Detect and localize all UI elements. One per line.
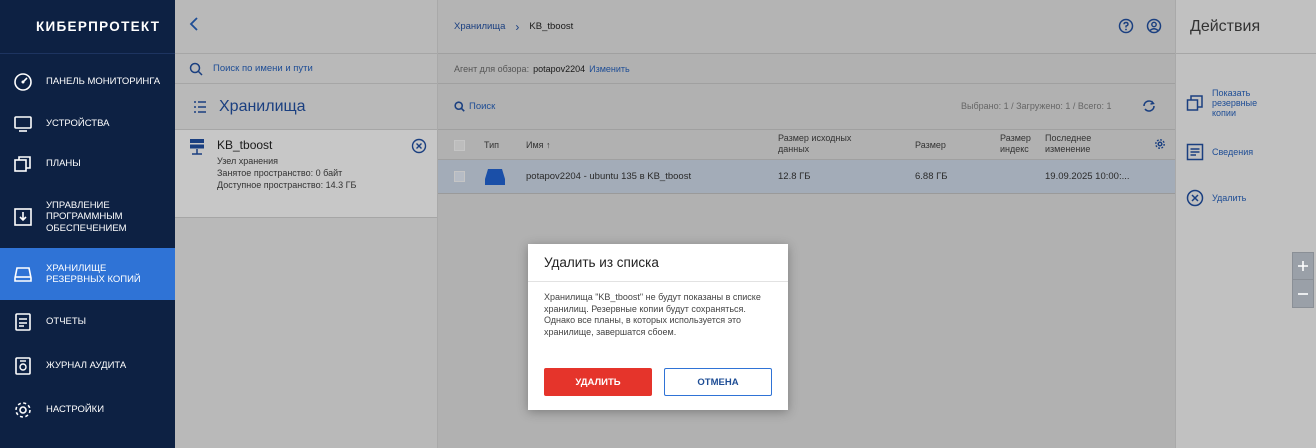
zoom-out-icon[interactable] bbox=[1293, 281, 1313, 307]
gear-icon bbox=[12, 399, 34, 421]
show-backups-action[interactable]: Показать резервные копии bbox=[1186, 88, 1282, 118]
actions-title: Действия bbox=[1176, 0, 1316, 54]
audit-icon bbox=[12, 355, 34, 377]
backup-drive-icon bbox=[484, 168, 506, 189]
row-name: potapov2204 - ubuntu 135 в KB_tboost bbox=[526, 171, 692, 182]
details-icon bbox=[1186, 143, 1204, 161]
storage-type: Узел хранения bbox=[217, 156, 279, 166]
report-icon bbox=[12, 311, 34, 333]
chevron-left-icon[interactable] bbox=[187, 16, 201, 37]
agent-bar: Агент для обзора: potapov2204 Изменить bbox=[438, 54, 1175, 84]
left-panel-header bbox=[175, 0, 437, 54]
agent-value: potapov2204 bbox=[533, 63, 586, 74]
sidebar-item-label: ПАНЕЛЬ МОНИТОРИНГА bbox=[46, 76, 161, 88]
sidebar-item-dashboard[interactable]: ПАНЕЛЬ МОНИТОРИНГА bbox=[0, 62, 175, 102]
column-source-size[interactable]: Размер исходных данных bbox=[778, 133, 878, 155]
help-icon[interactable] bbox=[1118, 18, 1134, 37]
sidebar-item-label: ОТЧЕТЫ bbox=[46, 316, 87, 328]
row-source-size: 12.8 ГБ bbox=[778, 171, 811, 182]
search-icon bbox=[454, 101, 465, 112]
action-label: Показать резервные копии bbox=[1212, 88, 1258, 118]
column-modified[interactable]: Последнее изменение bbox=[1045, 133, 1125, 155]
plans-icon bbox=[12, 153, 34, 175]
breadcrumb-separator: › bbox=[515, 19, 520, 34]
column-type[interactable]: Тип bbox=[484, 140, 499, 150]
page-title: Хранилища bbox=[219, 97, 306, 115]
refresh-icon[interactable] bbox=[1142, 99, 1156, 116]
dashboard-icon bbox=[12, 71, 34, 93]
sidebar-item-label: УСТРОЙСТВА bbox=[46, 118, 110, 130]
sidebar-item-reports[interactable]: ОТЧЕТЫ bbox=[0, 302, 175, 342]
breadcrumb-root[interactable]: Хранилища bbox=[454, 21, 505, 32]
sidebar-item-label: НАСТРОЙКИ bbox=[46, 404, 105, 416]
storage-icon bbox=[12, 263, 34, 285]
action-label: Удалить bbox=[1212, 193, 1247, 203]
row-checkbox[interactable] bbox=[454, 171, 465, 182]
sidebar-item-label: ЖУРНАЛ АУДИТА bbox=[46, 360, 127, 372]
agent-label: Агент для обзора: bbox=[454, 63, 530, 74]
table-header: Тип Имя ↑ Размер исходных данных Размер … bbox=[438, 130, 1175, 160]
column-name[interactable]: Имя ↑ bbox=[526, 140, 551, 150]
storage-list-panel: Поиск по имени и пути Хранилища KB_tboos… bbox=[175, 0, 438, 448]
select-all-checkbox[interactable] bbox=[454, 140, 465, 151]
actions-panel: Действия Показать резервные копии Сведен… bbox=[1175, 0, 1316, 448]
search-icon bbox=[189, 62, 203, 76]
row-size: 6.88 ГБ bbox=[915, 171, 948, 182]
details-action[interactable]: Сведения bbox=[1186, 143, 1253, 161]
dialog-message: Хранилища "KB_tboost" не будут показаны … bbox=[544, 292, 761, 337]
copy-icon bbox=[1186, 94, 1204, 112]
agent-change-link[interactable]: Изменить bbox=[589, 64, 630, 74]
list-icon bbox=[193, 100, 207, 114]
table-search-button[interactable]: Поиск bbox=[469, 101, 495, 112]
sidebar-item-software[interactable]: УПРАВЛЕНИЕ ПРОГРАММНЫМ ОБЕСПЕЧЕНИЕМ bbox=[0, 188, 175, 246]
monitor-icon bbox=[12, 113, 34, 135]
gear-icon[interactable] bbox=[1154, 138, 1166, 152]
storage-used: Занятое пространство: 0 байт bbox=[217, 168, 343, 178]
storage-search[interactable]: Поиск по имени и пути bbox=[175, 54, 437, 84]
delete-action[interactable]: Удалить bbox=[1186, 189, 1246, 207]
storage-node-icon bbox=[189, 138, 205, 161]
software-icon bbox=[12, 206, 34, 228]
table-row[interactable]: potapov2204 - ubuntu 135 в KB_tboost 12.… bbox=[438, 160, 1175, 194]
sidebar-item-label: ПЛАНЫ bbox=[46, 158, 81, 170]
row-modified: 19.09.2025 10:00:... bbox=[1045, 171, 1130, 182]
zoom-in-icon[interactable] bbox=[1293, 253, 1313, 280]
storage-available: Доступное пространство: 14.3 ГБ bbox=[217, 180, 357, 190]
breadcrumb: Хранилища › KB_tboost bbox=[438, 0, 1175, 54]
column-index-size[interactable]: Размер индекс bbox=[1000, 133, 1040, 157]
logo: КИБЕРПРОТЕКТ bbox=[0, 0, 175, 54]
breadcrumb-current: KB_tboost bbox=[529, 21, 574, 32]
dialog-title: Удалить из списка bbox=[528, 244, 788, 282]
delete-button[interactable]: УДАЛИТЬ bbox=[544, 368, 652, 396]
sidebar-item-devices[interactable]: УСТРОЙСТВА bbox=[0, 104, 175, 144]
sidebar-item-plans[interactable]: ПЛАНЫ bbox=[0, 144, 175, 184]
sidebar-item-label: УПРАВЛЕНИЕ ПРОГРАММНЫМ ОБЕСПЕЧЕНИЕМ bbox=[46, 199, 127, 234]
storage-card[interactable]: KB_tboost Узел хранения Занятое простран… bbox=[175, 130, 437, 218]
sidebar: КИБЕРПРОТЕКТ ПАНЕЛЬ МОНИТОРИНГА УСТРОЙСТ… bbox=[0, 0, 175, 448]
zoom-control bbox=[1292, 252, 1314, 308]
delete-dialog: Удалить из списка Хранилища "KB_tboost" … bbox=[528, 244, 788, 410]
user-icon[interactable] bbox=[1146, 18, 1162, 37]
table-toolbar: Поиск Выбрано: 1 / Загружено: 1 / Всего:… bbox=[438, 84, 1175, 130]
column-size[interactable]: Размер bbox=[915, 140, 946, 150]
search-input[interactable]: Поиск по имени и пути bbox=[213, 63, 313, 74]
sidebar-item-settings[interactable]: НАСТРОЙКИ bbox=[0, 390, 175, 430]
sidebar-item-audit-log[interactable]: ЖУРНАЛ АУДИТА bbox=[0, 346, 175, 386]
storage-name: KB_tboost bbox=[217, 138, 273, 152]
storages-title-row: Хранилища bbox=[175, 84, 437, 130]
close-circle-icon bbox=[1186, 189, 1204, 207]
action-label: Сведения bbox=[1212, 147, 1254, 157]
sidebar-item-label: ХРАНИЛИЩЕ РЕЗЕРВНЫХ КОПИЙ bbox=[46, 262, 141, 285]
sidebar-item-backup-storage[interactable]: ХРАНИЛИЩЕ РЕЗЕРВНЫХ КОПИЙ bbox=[0, 248, 175, 300]
close-circle-icon[interactable] bbox=[411, 138, 427, 159]
selection-info: Выбрано: 1 / Загружено: 1 / Всего: 1 bbox=[961, 101, 1112, 111]
cancel-button[interactable]: ОТМЕНА bbox=[664, 368, 772, 396]
